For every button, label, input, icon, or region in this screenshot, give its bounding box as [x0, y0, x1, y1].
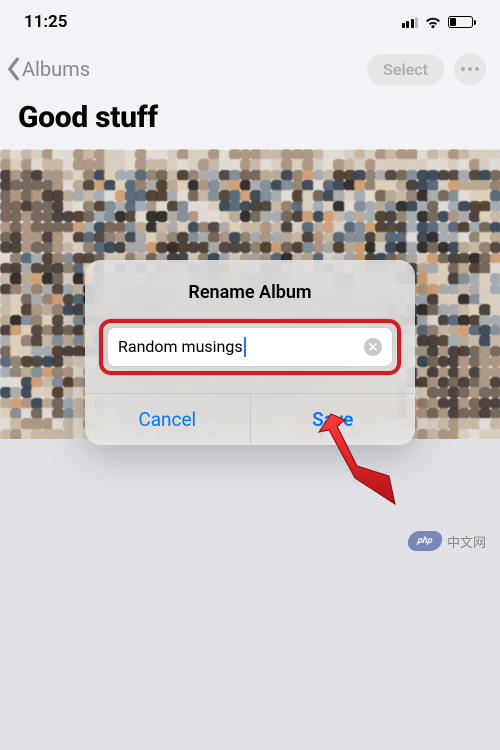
clear-input-button[interactable]	[364, 338, 382, 356]
cellular-signal-icon	[402, 16, 419, 28]
status-time: 11:25	[24, 12, 67, 32]
input-text-value: Random musings	[118, 337, 356, 358]
back-label: Albums	[22, 57, 90, 81]
dialog-title: Rename Album	[85, 260, 415, 319]
album-title: Good stuff	[0, 94, 500, 149]
php-logo-icon: php	[406, 531, 444, 551]
wifi-icon	[424, 16, 442, 29]
navigation-bar: Albums Select	[0, 44, 500, 94]
dialog-actions: Cancel Save	[85, 393, 415, 445]
status-indicators	[402, 16, 477, 29]
status-bar: 11:25	[0, 0, 500, 44]
cancel-button[interactable]: Cancel	[85, 394, 251, 445]
input-highlight-annotation: Random musings	[99, 319, 401, 375]
watermark-text: 中文网	[447, 532, 486, 551]
modal-backdrop	[0, 150, 500, 750]
text-cursor	[244, 337, 246, 357]
album-name-input[interactable]: Random musings	[107, 327, 393, 367]
x-icon	[369, 343, 377, 351]
rename-album-dialog: Rename Album Random musings Cancel Save	[85, 260, 415, 445]
save-button[interactable]: Save	[251, 394, 416, 445]
chevron-left-icon	[6, 57, 20, 81]
back-button[interactable]: Albums	[6, 57, 90, 81]
watermark: php 中文网	[408, 531, 486, 551]
battery-icon	[448, 16, 476, 28]
ellipsis-icon	[461, 67, 479, 71]
select-button[interactable]: Select	[367, 54, 444, 85]
more-button[interactable]	[454, 53, 486, 85]
